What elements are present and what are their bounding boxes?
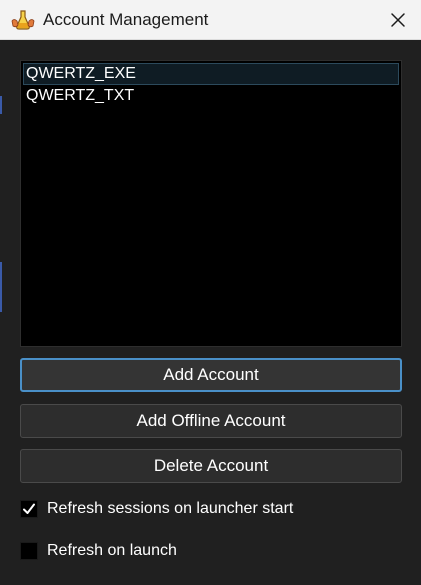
refresh-on-launch-checkbox[interactable]: Refresh on launch	[20, 541, 177, 561]
app-logo-icon	[11, 10, 35, 30]
close-button[interactable]	[375, 0, 421, 40]
account-list-item[interactable]: QWERTZ_EXE	[23, 63, 399, 85]
account-list-item[interactable]: QWERTZ_TXT	[23, 85, 399, 107]
window-edge-accent	[0, 262, 2, 312]
refresh-on-launch-label: Refresh on launch	[47, 542, 177, 559]
checkmark-icon	[23, 503, 35, 514]
add-account-button[interactable]: Add Account	[20, 358, 402, 392]
close-icon	[391, 13, 405, 27]
checkbox-box[interactable]	[20, 500, 38, 518]
delete-account-button[interactable]: Delete Account	[20, 449, 402, 483]
account-management-window: Account Management QWERTZ_EXE QWERTZ_TXT…	[0, 0, 421, 585]
refresh-sessions-label: Refresh sessions on launcher start	[47, 500, 294, 517]
account-list[interactable]: QWERTZ_EXE QWERTZ_TXT	[20, 60, 402, 347]
window-title: Account Management	[43, 10, 209, 29]
add-offline-account-button[interactable]: Add Offline Account	[20, 404, 402, 438]
checkbox-box[interactable]	[20, 542, 38, 560]
refresh-sessions-checkbox[interactable]: Refresh sessions on launcher start	[20, 499, 293, 519]
window-edge-accent	[0, 96, 2, 114]
title-bar[interactable]: Account Management	[0, 0, 421, 40]
